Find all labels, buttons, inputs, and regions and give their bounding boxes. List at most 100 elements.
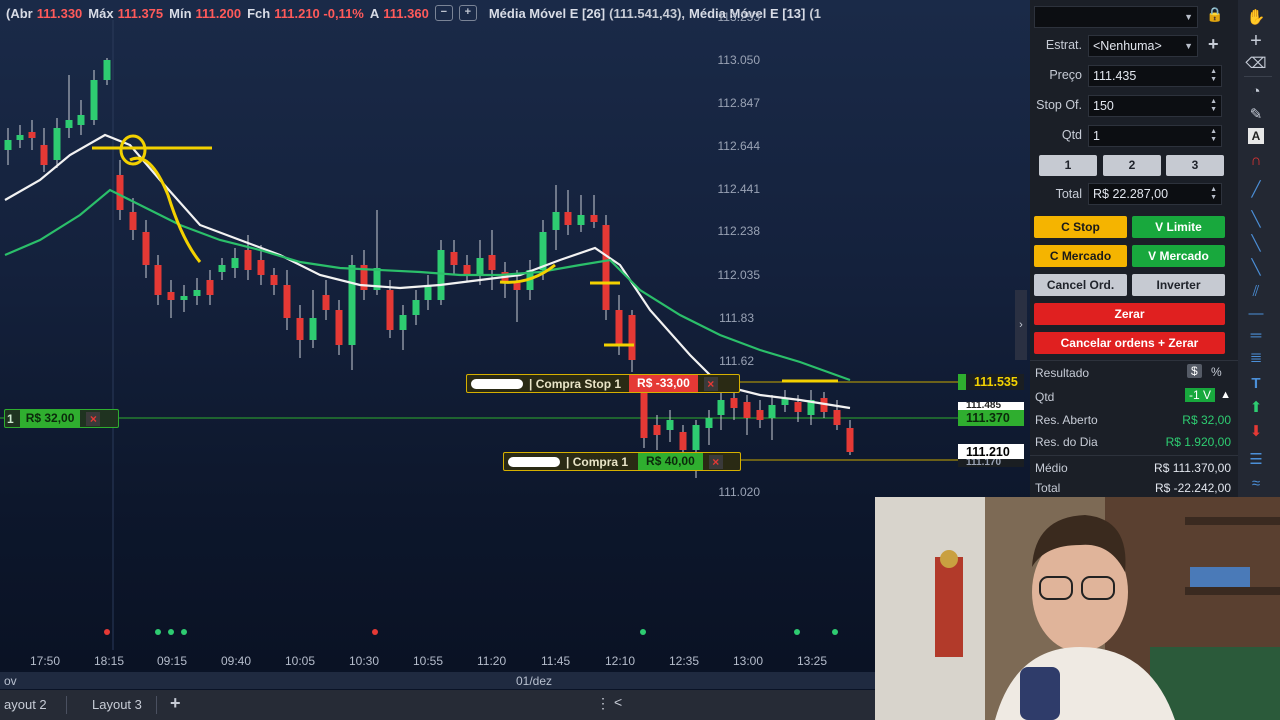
ray-tool-icon[interactable]: ╲ [1244,234,1268,254]
candle-body [28,132,36,138]
redacted-field [471,378,523,389]
add-tab-icon[interactable]: + [170,693,181,714]
stop-offset-input[interactable]: 150 ▲ ▼ [1088,95,1222,117]
price-axis-label: 112.238 [717,224,761,238]
order-panel: ▼ 🔒 Estrat. <Nenhuma> ▼ + Preço 111.435 ▲ ▼… [1030,0,1238,497]
signal-dot [104,629,110,635]
zero-button[interactable]: Zerar [1034,303,1225,325]
time-axis-label: 10:30 [349,654,380,668]
qty-button-3[interactable]: 3 [1166,155,1224,176]
position-value: R$ 32,00 [19,410,81,427]
collapse-icon[interactable]: < [614,694,622,710]
menu-icon[interactable]: ⋮ [596,695,610,712]
cancel-orders-button[interactable]: Cancel Ord. [1034,274,1127,296]
tab-divider [156,696,157,714]
qty-button-2[interactable]: 2 [1103,155,1161,176]
price-value: 111.435 [1093,69,1137,83]
open-label: (Abr [6,5,33,21]
menu-lines-icon[interactable]: ☰ [1244,450,1268,470]
position-tag[interactable]: 1 R$ 32,00 × [4,409,119,428]
position-price-tag: 111.370 [958,410,1024,426]
minus-button[interactable]: − [434,5,453,21]
candle-body [653,425,661,435]
spinner-icon[interactable]: ▲ ▼ [1210,128,1217,144]
stop-order-close-icon[interactable]: × [703,376,718,391]
signal-dot [155,629,161,635]
panel-collapse-handle[interactable]: › [1015,290,1027,360]
signal-dot [168,629,174,635]
line-tool-icon[interactable]: ╲ [1244,210,1268,230]
candle-body [142,232,150,265]
magnet-icon[interactable]: ∩ [1244,151,1268,171]
webcam-overlay [875,497,1280,720]
price-input[interactable]: 111.435 ▲ ▼ [1088,65,1222,87]
fibonacci-icon[interactable]: ≣ [1244,348,1268,368]
asset-select[interactable]: ▼ [1034,6,1198,28]
sell-market-button[interactable]: V Mercado [1132,245,1225,267]
candle-body [53,128,61,160]
crosshair-icon[interactable]: + [1244,31,1268,51]
spinner-icon[interactable]: ▲ ▼ [1210,98,1217,114]
limit-order-tag[interactable]: | Compra 1 R$ 40,00 × [503,452,741,471]
percent-toggle[interactable]: % [1211,365,1222,379]
text-icon[interactable]: T [1244,374,1268,394]
arrow-up-icon[interactable]: ⬆ [1244,398,1268,418]
candle-body [116,175,124,210]
pencil-icon[interactable]: ╱ [1244,180,1268,200]
horizontal-line-icon[interactable]: — [1244,304,1268,324]
max-label: Máx [88,5,114,21]
hand-icon[interactable]: ✋ [1244,8,1268,28]
channel-tool-icon[interactable]: ⫽ [1244,282,1268,302]
arrow-down-icon[interactable]: ⬇ [1244,422,1268,442]
stop-order-tag[interactable]: | Compra Stop 1 R$ -33,00 × [466,374,740,393]
invert-button[interactable]: Inverter [1132,274,1225,296]
result-qty-label: Qtd [1035,390,1055,404]
day-result-row: Res. do Dia R$ 1.920,00 [1035,435,1231,453]
candle-body [628,315,636,360]
close-value: 111.210 -0,11% [274,5,364,21]
candle-body [257,260,265,275]
tab-layout-2[interactable]: ayout 2 [4,697,47,712]
position-close-icon[interactable]: × [86,411,101,426]
strategy-value: <Nenhuma> [1093,39,1162,53]
total-input[interactable]: R$ 22.287,00 ▲ ▼ [1088,183,1222,205]
magnet-cycle-icon[interactable]: ◔ [1244,82,1268,102]
qty-button-1[interactable]: 1 [1039,155,1097,176]
spinner-icon[interactable]: ▲ ▼ [1210,186,1217,202]
currency-toggle[interactable]: $ [1187,364,1202,378]
add-strategy-icon[interactable]: + [1208,34,1219,55]
cancel-and-zero-button[interactable]: Cancelar ordens + Zerar [1034,332,1225,354]
parallel-lines-icon[interactable]: ═ [1244,326,1268,346]
candle-body [309,318,317,340]
plus-button[interactable]: + [458,5,477,21]
limit-order-label: | Compra 1 [566,454,629,469]
time-axis-label: 12:10 [605,654,636,668]
tab-layout-3[interactable]: Layout 3 [92,697,142,712]
sell-limit-button[interactable]: V Limite [1132,216,1225,238]
buy-market-button[interactable]: C Mercado [1034,245,1127,267]
candle-body [552,212,560,230]
ma13-value: (1 [809,5,821,21]
candle-body [666,420,674,430]
candle-body [476,258,484,275]
buy-stop-button[interactable]: C Stop [1034,216,1127,238]
strategy-select[interactable]: <Nenhuma> ▼ [1088,35,1198,57]
candle-body [794,402,802,412]
pattern-tool-icon[interactable]: ≈ [1244,474,1268,494]
spinner-icon[interactable]: ▲ ▼ [1210,68,1217,84]
text-tool-icon[interactable]: A [1248,128,1264,144]
draw-settings-icon[interactable]: ✎ [1244,105,1268,125]
signal-dot [640,629,646,635]
limit-order-close-icon[interactable]: × [708,454,723,469]
qty-input[interactable]: 1 ▲ ▼ [1088,125,1222,147]
candle-body [577,215,585,225]
position-total-label: Total [1035,481,1061,495]
lock-icon[interactable]: 🔒 [1206,6,1223,23]
candle-body [590,215,598,222]
signal-dot [832,629,838,635]
last-price-tag: 111.210 [958,444,1024,460]
estrat-label: Estrat. [1045,38,1082,52]
trend-tool-icon[interactable]: ╲ [1244,258,1268,278]
eraser-icon[interactable]: ⌫ [1244,54,1268,74]
average-row: Médio R$ 111.370,00 [1035,461,1231,479]
